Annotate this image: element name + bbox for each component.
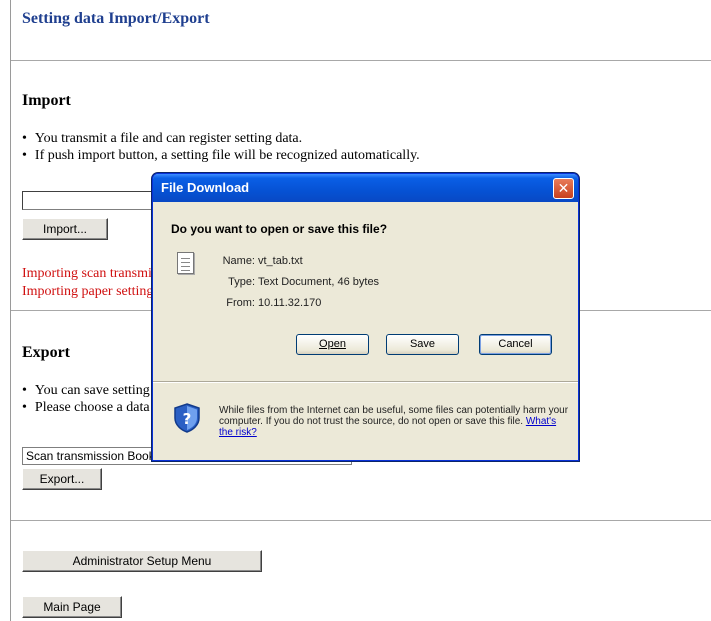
svg-text:?: ? bbox=[183, 410, 192, 428]
from-value: 10.11.32.170 bbox=[258, 297, 322, 309]
security-warning: While files from the Internet can be use… bbox=[219, 405, 569, 438]
admin-setup-menu-button[interactable]: Administrator Setup Menu bbox=[22, 550, 262, 572]
name-value: vt_tab.txt bbox=[258, 255, 303, 267]
list-item: You transmit a file and can register set… bbox=[22, 130, 420, 147]
text-file-icon bbox=[177, 252, 194, 274]
open-button-label: Open bbox=[319, 338, 346, 350]
import-bullets: You transmit a file and can register set… bbox=[22, 130, 420, 164]
divider bbox=[11, 520, 711, 521]
main-page-button[interactable]: Main Page bbox=[22, 596, 122, 618]
save-button-label: Save bbox=[409, 338, 436, 350]
import-button[interactable]: Import... bbox=[22, 218, 108, 240]
name-label: Name: bbox=[222, 255, 255, 267]
open-button[interactable]: Open bbox=[296, 334, 369, 355]
list-item: If push import button, a setting file wi… bbox=[22, 147, 420, 164]
dialog-titlebar[interactable]: File Download bbox=[153, 174, 578, 202]
type-label: Type: bbox=[228, 276, 255, 288]
close-icon[interactable]: ✕ bbox=[553, 178, 574, 199]
dialog-separator bbox=[153, 381, 578, 382]
from-label: From: bbox=[226, 297, 255, 309]
page-title: Setting data Import/Export bbox=[22, 10, 210, 27]
warning-text: While files from the Internet can be use… bbox=[219, 405, 569, 427]
import-heading: Import bbox=[22, 92, 71, 109]
security-shield-icon: ? bbox=[174, 403, 200, 433]
divider bbox=[11, 60, 711, 61]
dialog-title: File Download bbox=[161, 180, 250, 195]
dialog-question: Do you want to open or save this file? bbox=[171, 222, 388, 236]
type-value: Text Document, 46 bytes bbox=[258, 276, 380, 288]
export-button[interactable]: Export... bbox=[22, 468, 102, 490]
save-button[interactable]: Save bbox=[386, 334, 459, 355]
cancel-button[interactable]: Cancel bbox=[479, 334, 552, 355]
status-message: Importing paper setting... bbox=[22, 284, 164, 299]
file-download-dialog: File Download ✕ Do you want to open or s… bbox=[152, 173, 579, 461]
export-heading: Export bbox=[22, 344, 70, 361]
